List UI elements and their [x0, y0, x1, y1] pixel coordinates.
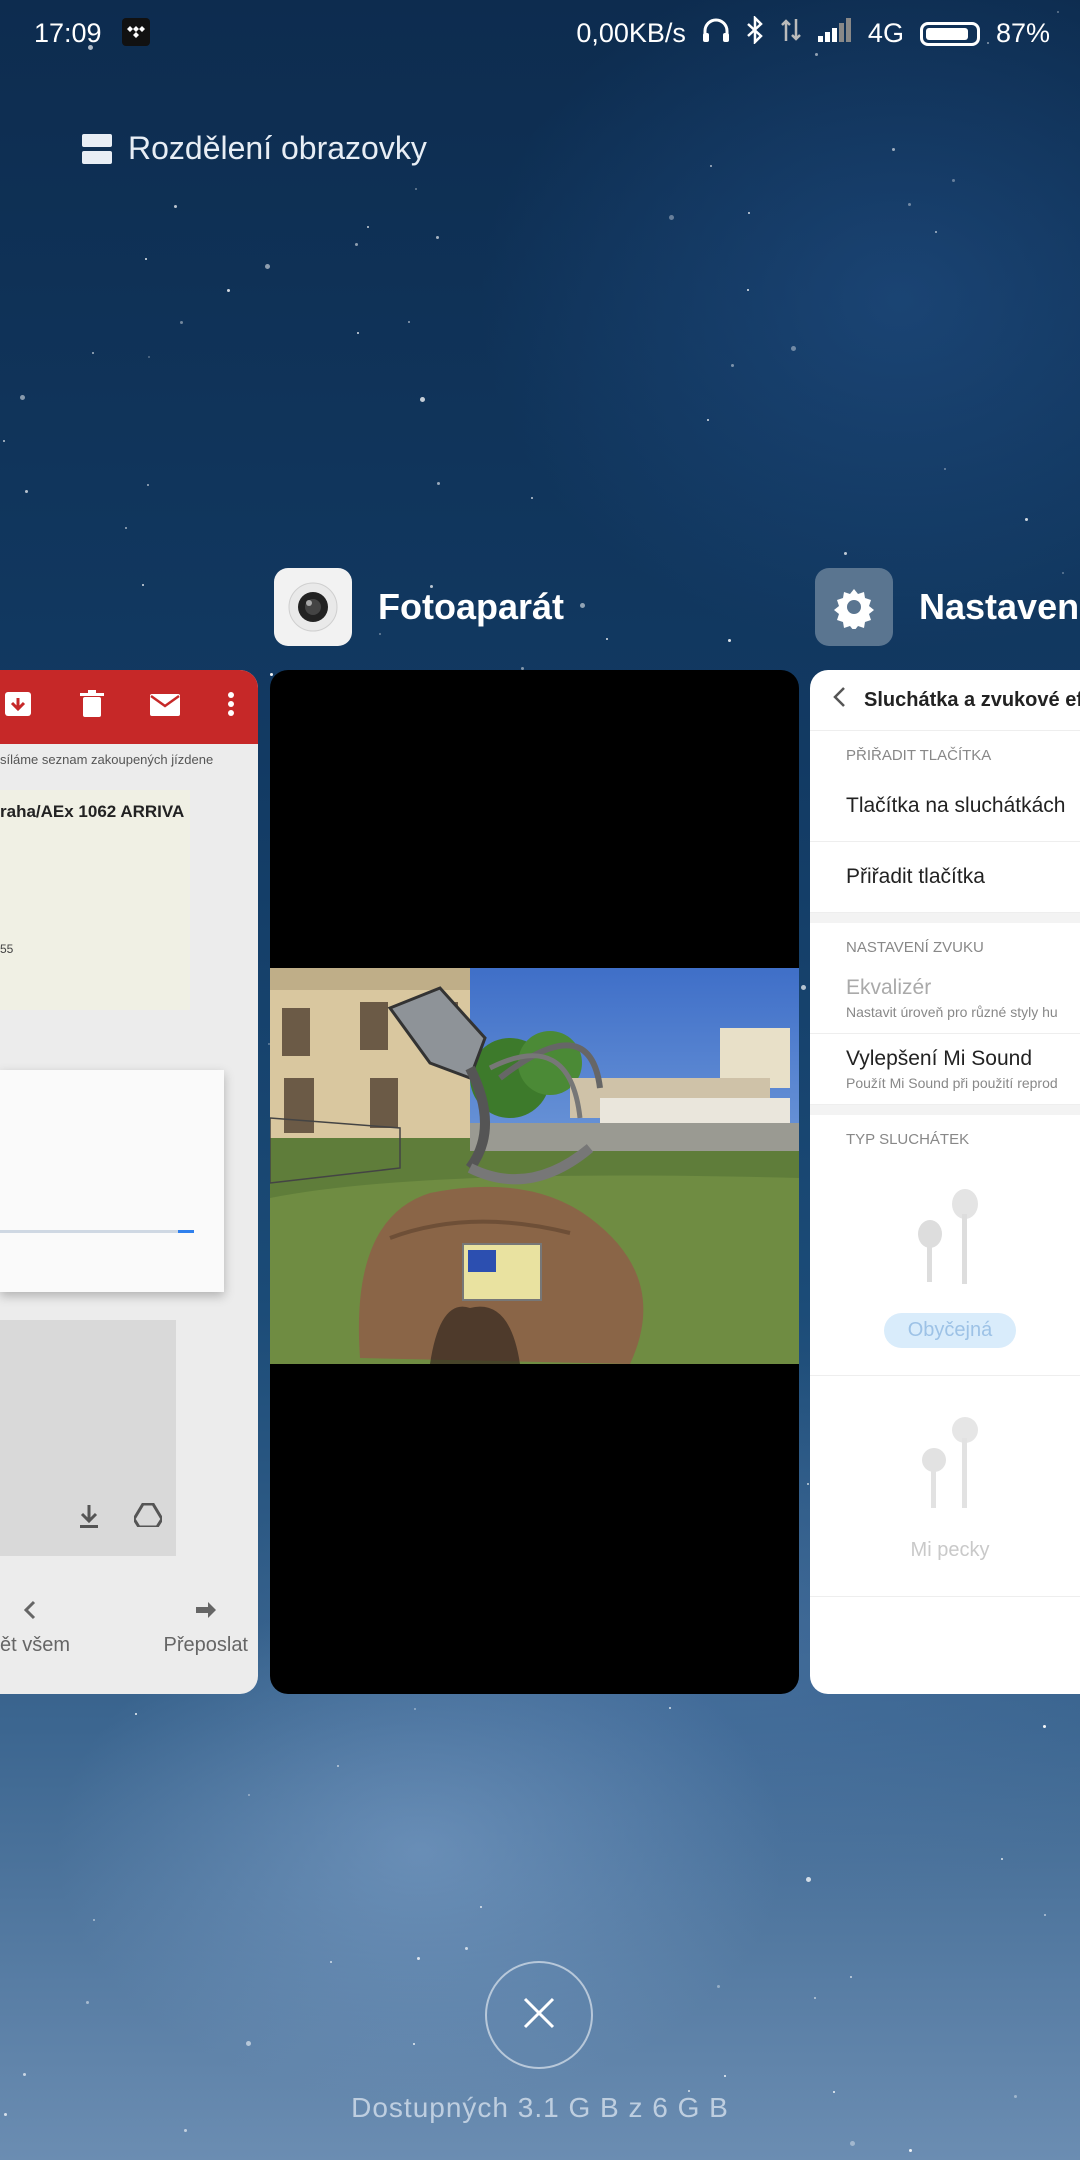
setting-mi-sound: Vylepšení Mi Sound Použít Mi Sound při p… — [810, 1034, 1080, 1105]
in-ear-icon — [910, 1410, 990, 1525]
ticket-title: raha/AEx 1062 ARRIVA — [0, 802, 185, 821]
network-type: 4G — [867, 18, 904, 48]
section-headphone-type: TYP SLUCHÁTEK — [846, 1131, 970, 1148]
status-bar: 17:09 0,00KB/s 4G 87% — [0, 0, 1080, 66]
gmail-actions: ět všem Přeposlat — [0, 1600, 258, 1657]
download-dialog — [0, 1070, 224, 1292]
settings-header: Sluchátka a zvukové efe — [810, 670, 1080, 731]
headphone-type-option: Mi pecky — [810, 1376, 1080, 1597]
camera-icon — [274, 568, 352, 646]
headphones-icon — [702, 17, 730, 50]
setting-headset-buttons: Tlačítka na sluchátkách — [810, 771, 1080, 842]
ticket-document: raha/AEx 1062 ARRIVA 55 — [0, 790, 190, 1010]
mail-icon — [150, 691, 181, 723]
gear-icon — [815, 568, 893, 646]
settings-page-title: Sluchátka a zvukové efe — [864, 688, 1080, 711]
email-snippet: síláme seznam zakoupených jízdene — [0, 752, 214, 767]
download-icon — [78, 1503, 100, 1536]
clear-all-button[interactable] — [485, 1961, 593, 2069]
battery-icon — [919, 21, 980, 46]
split-screen-button[interactable]: Rozdělení obrazovky — [82, 130, 427, 167]
archive-icon — [3, 690, 33, 725]
forward-icon — [194, 1600, 218, 1626]
split-screen-label: Rozdělení obrazovky — [128, 130, 427, 166]
attachment-preview — [0, 1320, 176, 1556]
drive-icon — [132, 1502, 164, 1536]
status-time: 17:09 — [34, 18, 102, 48]
recent-app-card-settings[interactable]: Sluchátka a zvukové efe PŘIŘADIT TLAČÍTK… — [810, 670, 1080, 1694]
reply-all-action: ět všem — [0, 1600, 70, 1657]
recent-app-card-gmail[interactable]: síláme seznam zakoupených jízdene raha/A… — [0, 670, 258, 1694]
setting-assign-buttons: Přiřadit tlačítka — [810, 842, 1080, 913]
battery-percent: 87% — [995, 18, 1050, 48]
signal-icon — [817, 18, 852, 49]
delete-icon — [79, 689, 104, 725]
forward-label: Přeposlat — [163, 1634, 249, 1656]
section-assign-buttons: PŘIŘADIT TLAČÍTKA — [846, 747, 992, 764]
split-screen-icon — [82, 133, 112, 164]
download-progress — [0, 1230, 194, 1233]
app-label-settings: Nastavení — [815, 568, 1080, 646]
bluetooth-icon — [746, 14, 764, 51]
reply-all-label: ět všem — [0, 1634, 71, 1656]
app-title-camera: Fotoaparát — [378, 586, 565, 627]
more-icon — [227, 691, 235, 724]
forward-action: Přeposlat — [163, 1600, 249, 1657]
earbuds-icon — [910, 1182, 990, 1297]
ticket-fragment: 55 — [0, 942, 14, 956]
app-title-settings: Nastavení — [919, 586, 1080, 627]
recent-app-card-camera[interactable] — [270, 670, 799, 1694]
headphone-type-option: Obyčejná — [810, 1155, 1080, 1376]
reply-all-icon — [23, 1600, 46, 1626]
headphone-type-label: Obyčejná — [883, 1313, 1017, 1348]
camera-preview-photo — [270, 968, 799, 1364]
app-label-camera: Fotoaparát — [274, 568, 564, 646]
headphone-type-label: Mi pecky — [910, 1539, 990, 1561]
setting-equalizer: Ekvalizér Nastavit úroveň pro různé styl… — [810, 963, 1080, 1034]
tidal-icon — [122, 18, 150, 46]
gmail-toolbar — [0, 670, 258, 744]
section-sound-settings: NASTAVENÍ ZVUKU — [846, 939, 984, 956]
network-speed: 0,00KB/s — [576, 18, 686, 48]
close-icon — [522, 1996, 556, 2035]
memory-status: Dostupných 3.1 G B z 6 G B — [351, 2092, 729, 2123]
data-transfer-icon — [780, 17, 802, 50]
back-arrow-icon — [832, 686, 846, 714]
